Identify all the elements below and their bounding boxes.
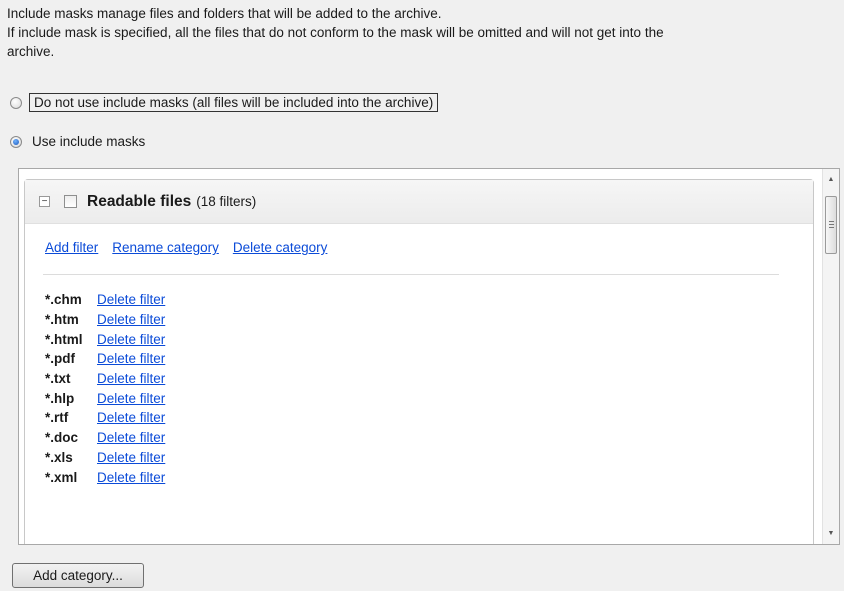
category-name: Readable files bbox=[87, 192, 192, 210]
vertical-scrollbar[interactable]: ▲ ▼ bbox=[822, 169, 839, 544]
filter-row: *.chm Delete filter bbox=[45, 290, 165, 310]
scroll-grip-icon bbox=[829, 221, 834, 222]
delete-filter-link[interactable]: Delete filter bbox=[97, 410, 165, 425]
rename-category-link[interactable]: Rename category bbox=[112, 240, 219, 255]
collapse-icon[interactable]: − bbox=[39, 196, 50, 207]
description-line-1: Include masks manage files and folders t… bbox=[7, 6, 442, 21]
scroll-grip-icon bbox=[829, 227, 834, 228]
filter-row: *.xml Delete filter bbox=[45, 467, 165, 487]
category-header: − Readable files (18 filters) bbox=[25, 180, 813, 224]
radio-use-masks-label[interactable]: Use include masks bbox=[29, 133, 148, 150]
filter-mask: *.chm bbox=[45, 292, 82, 308]
delete-filter-link[interactable]: Delete filter bbox=[97, 332, 165, 347]
filter-mask: *.xls bbox=[45, 449, 73, 465]
scroll-grip-icon bbox=[829, 224, 834, 225]
filter-mask: *.txt bbox=[45, 371, 71, 387]
scroll-thumb[interactable] bbox=[825, 196, 837, 254]
filter-mask: *.html bbox=[45, 331, 83, 347]
filter-row: *.txt Delete filter bbox=[45, 369, 165, 389]
scroll-up-arrow-icon[interactable]: ▲ bbox=[823, 171, 839, 188]
delete-filter-link[interactable]: Delete filter bbox=[97, 470, 165, 485]
filter-mask: *.htm bbox=[45, 312, 79, 328]
add-filter-link[interactable]: Add filter bbox=[45, 240, 98, 255]
delete-filter-link[interactable]: Delete filter bbox=[97, 391, 165, 406]
filter-mask: *.rtf bbox=[45, 410, 69, 426]
filter-row: *.html Delete filter bbox=[45, 329, 165, 349]
radio-no-masks-label[interactable]: Do not use include masks (all files will… bbox=[29, 93, 439, 112]
delete-category-link[interactable]: Delete category bbox=[233, 240, 328, 255]
category-filter-count: (18 filters) bbox=[196, 194, 257, 209]
filter-row: *.htm Delete filter bbox=[45, 310, 165, 330]
delete-filter-link[interactable]: Delete filter bbox=[97, 351, 165, 366]
delete-filter-link[interactable]: Delete filter bbox=[97, 450, 165, 465]
filter-mask: *.hlp bbox=[45, 390, 75, 406]
description-line-2: If include mask is specified, all the fi… bbox=[7, 25, 664, 40]
filter-row: *.rtf Delete filter bbox=[45, 408, 165, 428]
filter-row: *.pdf Delete filter bbox=[45, 349, 165, 369]
radio-use-masks[interactable]: Use include masks bbox=[10, 133, 148, 150]
add-category-button[interactable]: Add category... bbox=[12, 563, 144, 588]
filter-row: *.hlp Delete filter bbox=[45, 388, 165, 408]
delete-filter-link[interactable]: Delete filter bbox=[97, 371, 165, 386]
scroll-down-arrow-icon[interactable]: ▼ bbox=[823, 525, 839, 542]
delete-filter-link[interactable]: Delete filter bbox=[97, 430, 165, 445]
filter-mask: *.pdf bbox=[45, 351, 75, 367]
filter-row: *.doc Delete filter bbox=[45, 428, 165, 448]
filter-list: *.chm Delete filter *.htm Delete filter … bbox=[45, 290, 165, 487]
delete-filter-link[interactable]: Delete filter bbox=[97, 292, 165, 307]
category-actions: Add filter Rename category Delete catego… bbox=[45, 240, 327, 255]
filter-mask: *.doc bbox=[45, 430, 79, 446]
divider bbox=[43, 274, 779, 275]
masks-panel: − Readable files (18 filters) Add filter… bbox=[18, 168, 840, 545]
category-checkbox[interactable] bbox=[64, 195, 77, 208]
category-card: − Readable files (18 filters) Add filter… bbox=[24, 179, 814, 544]
description-text: Include masks manage files and folders t… bbox=[7, 4, 841, 61]
delete-filter-link[interactable]: Delete filter bbox=[97, 312, 165, 327]
filter-mask: *.xml bbox=[45, 469, 78, 485]
radio-use-masks-button[interactable] bbox=[10, 135, 22, 148]
description-line-3: archive. bbox=[7, 44, 55, 59]
radio-no-masks-button[interactable] bbox=[10, 96, 22, 109]
filter-row: *.xls Delete filter bbox=[45, 448, 165, 468]
radio-no-masks[interactable]: Do not use include masks (all files will… bbox=[10, 93, 439, 112]
